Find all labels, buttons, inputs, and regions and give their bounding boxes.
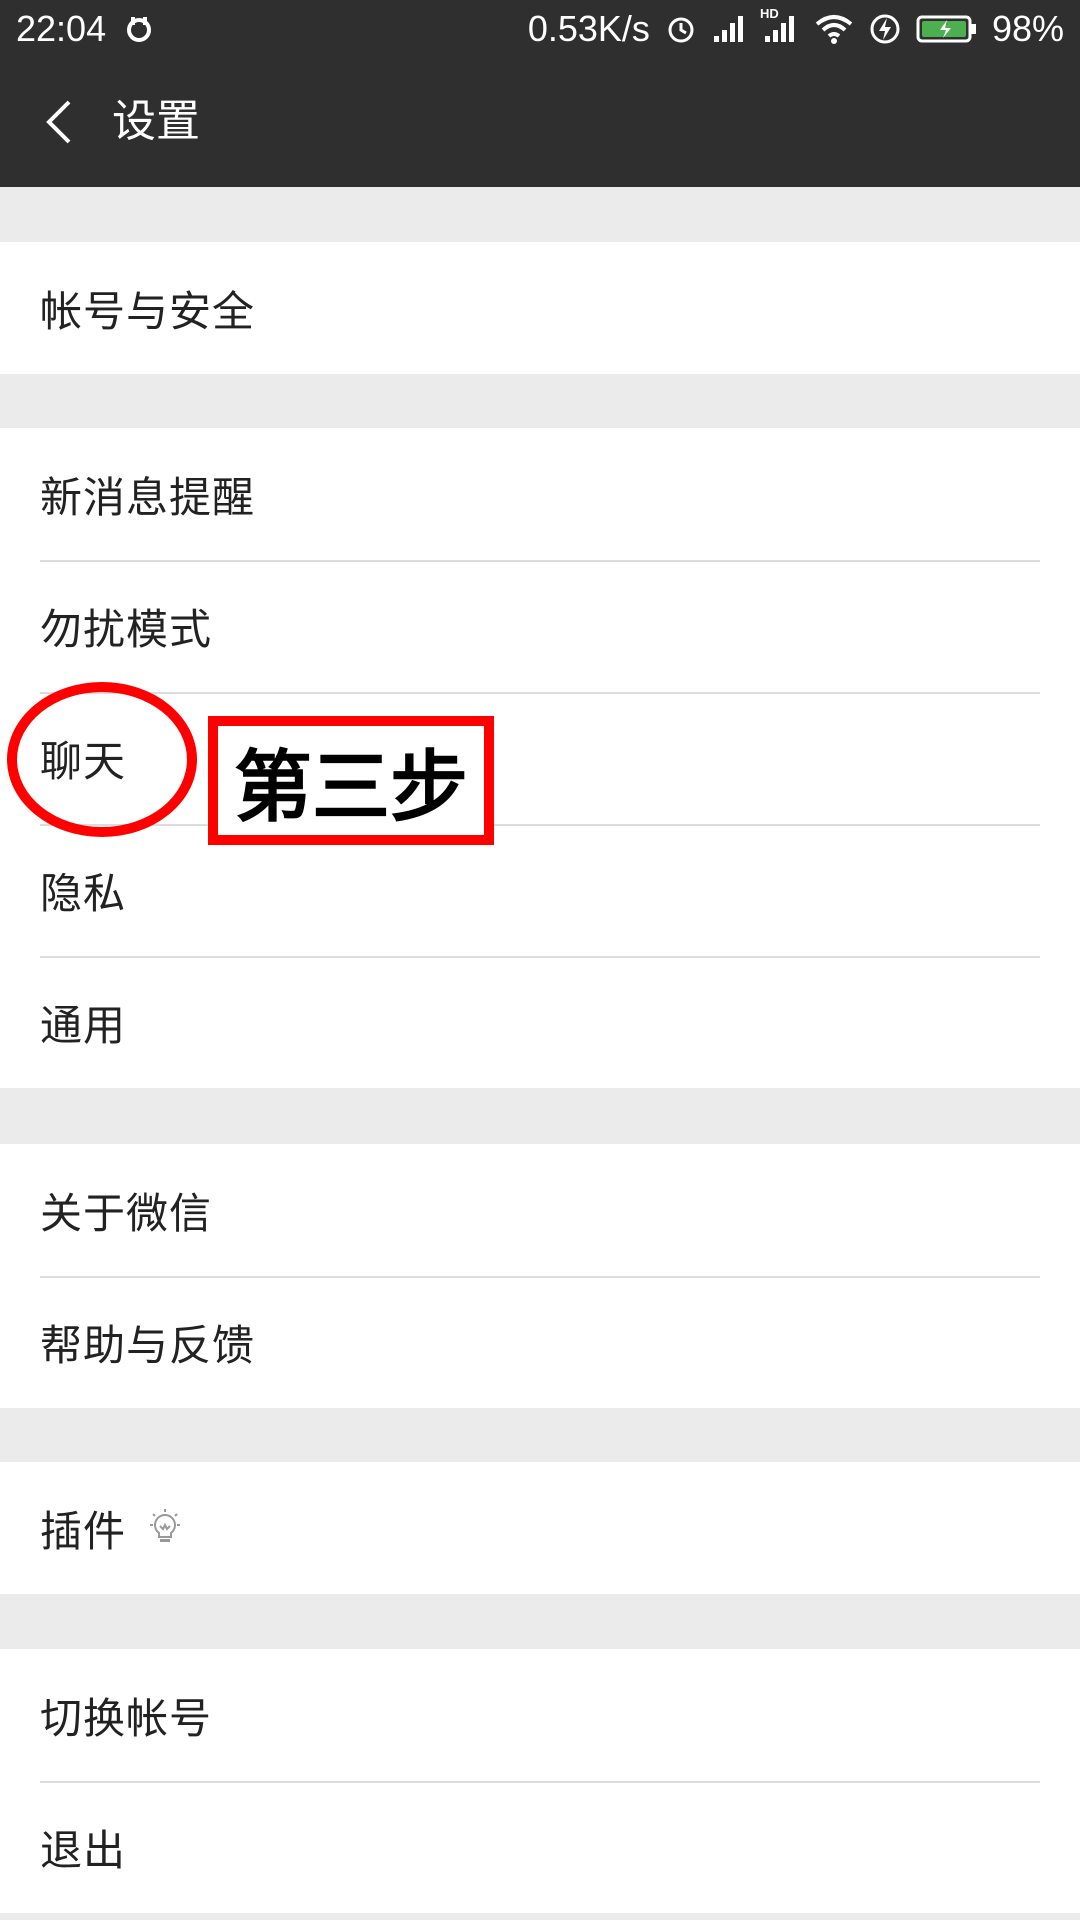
settings-group-main: 新消息提醒 勿扰模式 聊天 隐私 通用: [0, 428, 1080, 1088]
settings-item-label: 插件: [40, 1506, 127, 1556]
settings-item-chat[interactable]: 聊天: [0, 692, 1080, 824]
settings-item-label: 新消息提醒: [40, 472, 256, 522]
settings-item-about-wechat[interactable]: 关于微信: [0, 1144, 1080, 1276]
annotation-text: 第三步: [233, 742, 468, 833]
settings-item-logout[interactable]: 退出: [0, 1781, 1080, 1913]
settings-item-label: 退出: [40, 1825, 127, 1875]
wifi-icon: [814, 12, 854, 46]
settings-group-about: 关于微信 帮助与反馈: [0, 1144, 1080, 1408]
charging-icon: [868, 12, 902, 46]
settings-group-logout: 切换帐号 退出: [0, 1649, 1080, 1913]
annotation-step-label: 第三步: [208, 716, 494, 845]
settings-item-label: 勿扰模式: [40, 604, 213, 654]
nav-bar: 设置: [0, 56, 1080, 187]
settings-item-switch-account[interactable]: 切换帐号: [0, 1649, 1080, 1781]
settings-group-plugins: 插件: [0, 1462, 1080, 1594]
settings-item-label: 帮助与反馈: [40, 1320, 256, 1370]
settings-item-new-message-alert[interactable]: 新消息提醒: [0, 428, 1080, 560]
status-time: 22:04: [16, 8, 107, 49]
battery-percent: 98%: [991, 8, 1064, 49]
lightbulb-icon: [148, 1509, 182, 1547]
battery-icon: [916, 12, 978, 46]
signal-icon: [712, 12, 746, 46]
settings-item-do-not-disturb[interactable]: 勿扰模式: [0, 560, 1080, 692]
chevron-left-icon: [46, 100, 71, 144]
settings-item-label: 关于微信: [40, 1188, 213, 1238]
notification-icon: [122, 12, 156, 46]
settings-item-label: 切换帐号: [40, 1693, 213, 1743]
settings-item-label: 隐私: [40, 868, 127, 918]
settings-item-label: 帐号与安全: [40, 286, 256, 336]
status-bar: 22:04 0.53K/s HD 98%: [0, 0, 1080, 56]
settings-item-privacy[interactable]: 隐私: [0, 824, 1080, 956]
settings-item-help-feedback[interactable]: 帮助与反馈: [0, 1276, 1080, 1408]
settings-item-label: 通用: [40, 1000, 127, 1050]
back-button[interactable]: [34, 92, 82, 152]
network-speed: 0.53K/s: [527, 8, 650, 49]
signal-hd-icon: HD: [760, 6, 800, 46]
alarm-icon: [664, 12, 698, 46]
settings-item-label: 聊天: [40, 736, 127, 786]
settings-item-plugins[interactable]: 插件: [0, 1462, 1080, 1594]
settings-item-general[interactable]: 通用: [0, 956, 1080, 1088]
settings-item-account-security[interactable]: 帐号与安全: [0, 242, 1080, 374]
page-title: 设置: [112, 96, 200, 147]
settings-group-account: 帐号与安全: [0, 242, 1080, 374]
hd-label: HD: [759, 6, 779, 21]
